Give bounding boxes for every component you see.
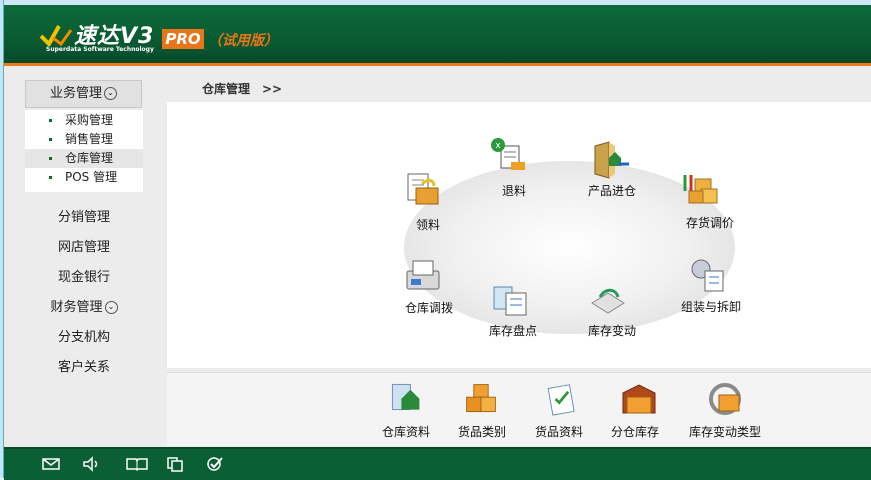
sidebar-submenu: 采购管理 销售管理 仓库管理 POS 管理	[25, 110, 143, 192]
sidebar-section-title: 业务管理	[49, 86, 102, 101]
company-name: Superdata Software Technology	[46, 46, 154, 53]
shortcut-label-goods-data[interactable]: 货品资料	[535, 423, 583, 440]
breadcrumb: 仓库管理 >>	[202, 82, 283, 96]
edition-badge: PRO	[162, 29, 204, 49]
shortcut-label-stock-change-type[interactable]: 库存变动类型	[689, 423, 761, 440]
sidebar-item-distribution[interactable]: 分销管理	[4, 206, 164, 225]
inventory-price-adjust-icon[interactable]	[681, 171, 721, 211]
material-requisition-icon[interactable]	[404, 170, 444, 210]
sidebar-item-sales[interactable]: 销售管理	[25, 130, 143, 149]
workflow-label-return[interactable]: 退料	[502, 182, 526, 199]
sidebar-item-online-store[interactable]: 网店管理	[4, 236, 164, 255]
workflow-label-price-adjust[interactable]: 存货调价	[686, 214, 734, 231]
bullet-icon	[49, 176, 52, 179]
sidebar-item-label: 财务管理	[50, 300, 103, 315]
branch-stock-icon[interactable]	[619, 379, 659, 419]
header-stripe	[4, 63, 871, 66]
sidebar-item-cash-bank[interactable]: 现金银行	[4, 266, 164, 285]
sidebar-item-label: 销售管理	[65, 132, 114, 146]
workflow-label-stock-count[interactable]: 库存盘点	[489, 322, 537, 339]
sidebar-item-branches[interactable]: 分支机构	[4, 326, 164, 345]
sidebar-item-label: 采购管理	[65, 113, 114, 127]
workflow-label-transfer[interactable]: 仓库调拨	[405, 299, 453, 316]
workflow-label-assembly[interactable]: 组装与拆卸	[681, 298, 741, 315]
sidebar-item-label: POS 管理	[65, 170, 118, 184]
product-warehousing-icon[interactable]	[591, 140, 631, 180]
shortcut-label-warehouse-data[interactable]: 仓库资料	[382, 423, 430, 440]
assembly-disassembly-icon[interactable]	[687, 255, 727, 295]
stock-change-icon[interactable]	[588, 279, 628, 319]
workflow-label-requisition[interactable]: 领料	[416, 216, 440, 233]
app-header: 速达V3 Superdata Software Technology PRO （…	[4, 5, 871, 66]
sidebar-section-business[interactable]: 业务管理 ⌄	[25, 80, 142, 108]
copy-icon[interactable]	[166, 456, 184, 472]
check-icon[interactable]	[206, 456, 224, 472]
speaker-icon[interactable]	[82, 456, 100, 472]
bullet-icon	[49, 119, 52, 122]
bullet-icon	[49, 138, 52, 141]
warehouse-transfer-icon[interactable]	[403, 257, 443, 297]
return-materials-icon[interactable]: x	[489, 136, 529, 176]
superdata-logo-icon	[39, 25, 73, 46]
sidebar-item-crm[interactable]: 客户关系	[4, 356, 164, 375]
warehouse-data-icon[interactable]	[387, 379, 423, 415]
shortcut-label-branch-stock[interactable]: 分仓库存	[611, 423, 659, 440]
book-icon[interactable]	[126, 456, 148, 472]
sidebar-item-purchase[interactable]: 采购管理	[25, 111, 143, 130]
goods-category-icon[interactable]	[463, 381, 499, 417]
edition-note: （试用版）	[208, 33, 278, 49]
workflow-label-stock-change[interactable]: 库存变动	[588, 322, 636, 339]
mail-icon[interactable]	[42, 456, 60, 472]
chevron-down-icon: ⌄	[104, 301, 118, 314]
status-bar	[4, 447, 871, 480]
shortcut-panel: 仓库资料 货品类别 货品资料 分仓库存 库存变动类型	[167, 372, 871, 446]
svg-text:x: x	[495, 141, 501, 151]
shortcut-label-goods-category[interactable]: 货品类别	[458, 423, 506, 440]
sidebar-item-warehouse[interactable]: 仓库管理	[25, 149, 143, 168]
bullet-icon	[49, 157, 52, 160]
workflow-label-product-in[interactable]: 产品进仓	[588, 182, 636, 199]
sidebar-item-pos[interactable]: POS 管理	[25, 168, 143, 187]
goods-data-icon[interactable]	[543, 381, 579, 417]
chevron-down-icon: ⌄	[104, 87, 117, 100]
sidebar-item-label: 仓库管理	[65, 151, 114, 165]
sidebar-item-finance[interactable]: 财务管理 ⌄	[4, 296, 164, 315]
workflow-panel: x 退料 产品进仓 领料 存货调价 仓库调拨 库存盘点 库存变动 组装与拆卸	[167, 102, 871, 368]
stock-count-icon[interactable]	[490, 279, 530, 319]
stock-change-type-icon[interactable]	[705, 379, 745, 419]
sidebar: 业务管理 ⌄ 采购管理 销售管理 仓库管理 POS 管理 分销管理 网店管理 现金…	[4, 69, 164, 447]
